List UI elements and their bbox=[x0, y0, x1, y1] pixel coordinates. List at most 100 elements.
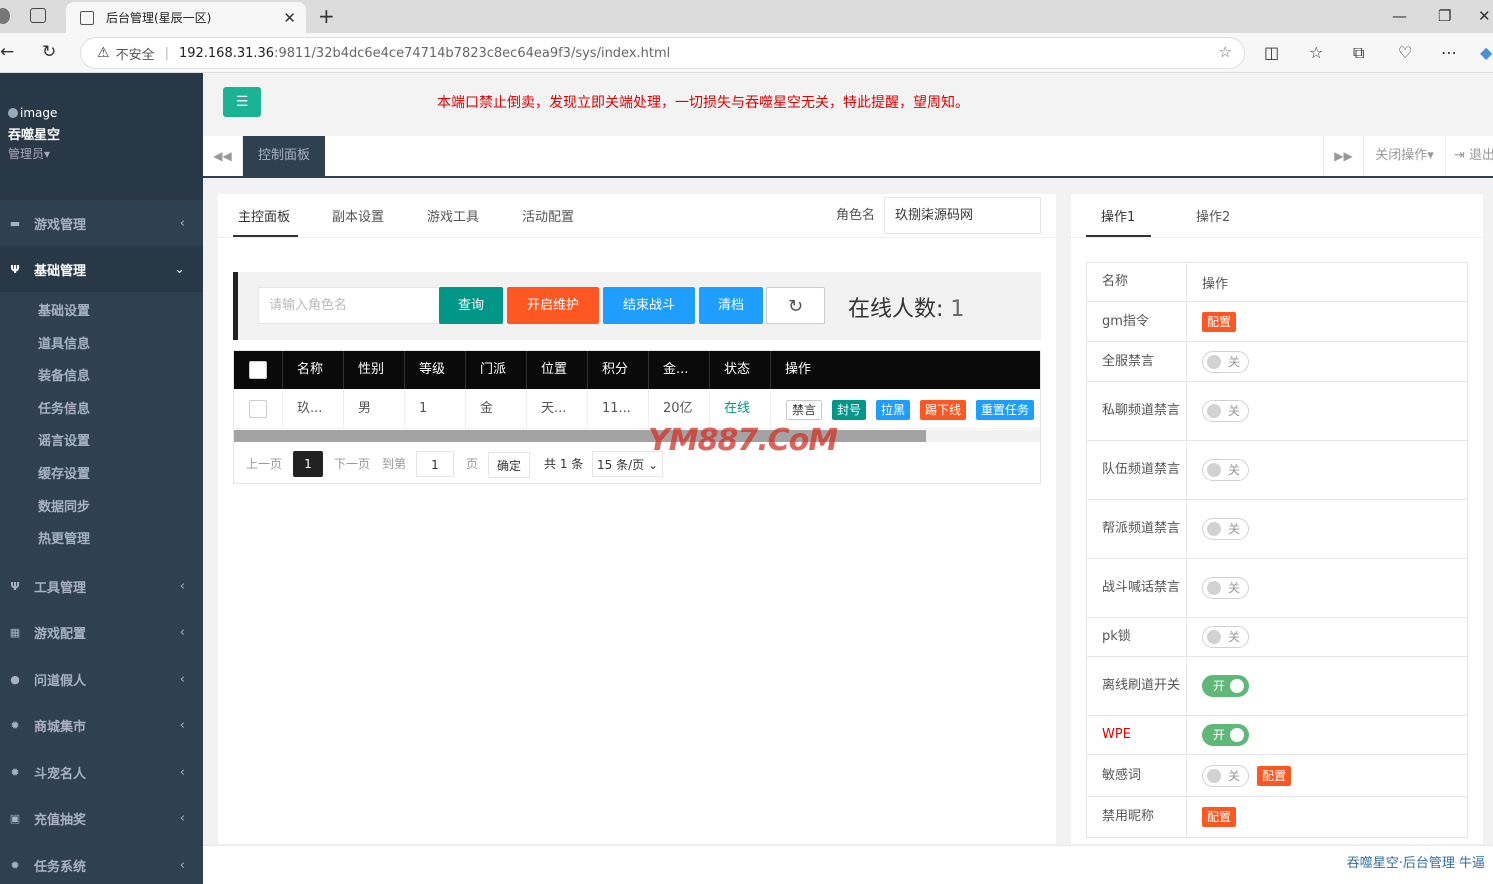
row-controls: 关 配置 bbox=[1187, 755, 1467, 796]
tab-dashboard[interactable]: 控制面板 bbox=[243, 136, 325, 176]
exit-button[interactable]: ⇥ 退出 bbox=[1445, 136, 1493, 176]
url-host: 192.168.31.36 bbox=[178, 45, 275, 61]
column-header[interactable]: 积分 bbox=[588, 351, 649, 389]
submenu-item[interactable]: 缓存设置 bbox=[38, 463, 90, 482]
blacklist-button[interactable]: 拉黑 bbox=[876, 400, 911, 420]
extensions-icon[interactable]: ♡ bbox=[1398, 43, 1412, 62]
copilot-icon[interactable]: ◆ bbox=[1480, 43, 1492, 62]
watermark: YM887.CoM bbox=[648, 423, 838, 458]
reset-task-button[interactable]: 重置任务 bbox=[976, 400, 1035, 420]
table-row: gm指令 配置 bbox=[1087, 302, 1467, 342]
user-icon: ● bbox=[10, 672, 20, 686]
collections-icon[interactable]: ⧉ bbox=[1353, 43, 1364, 63]
toggle-switch[interactable]: 关 bbox=[1202, 459, 1249, 481]
tab-operations-1[interactable]: 操作1 bbox=[1101, 206, 1135, 225]
toggle-switch[interactable]: 关 bbox=[1202, 400, 1249, 422]
config-button[interactable]: 配置 bbox=[1202, 311, 1237, 332]
toggle-switch[interactable]: 开 bbox=[1202, 675, 1249, 697]
toggle-switch[interactable]: 关 bbox=[1202, 518, 1249, 540]
confirm-page-button[interactable]: 确定 bbox=[488, 452, 531, 478]
refresh-button[interactable]: ↻ bbox=[766, 287, 825, 324]
submenu-item[interactable]: 装备信息 bbox=[38, 365, 90, 384]
menu-toggle-button[interactable]: ☰ bbox=[223, 87, 261, 117]
new-tab-icon[interactable]: + bbox=[318, 4, 335, 28]
select-all-checkbox[interactable] bbox=[249, 361, 267, 379]
sidebar-item-market[interactable]: ✹ 商城集市 ‹ bbox=[0, 702, 203, 748]
toggle-switch[interactable]: 关 bbox=[1202, 764, 1249, 787]
tabs-scroll-left-icon[interactable]: ◀◀ bbox=[203, 136, 243, 176]
column-header[interactable]: 状态 bbox=[710, 351, 771, 389]
submenu-item[interactable]: 谣言设置 bbox=[38, 430, 90, 449]
sidebar-item-tool-management[interactable]: Ψ 工具管理 ‹ bbox=[0, 563, 203, 609]
config-button[interactable]: 配置 bbox=[1257, 765, 1292, 786]
horizontal-scrollbar[interactable] bbox=[234, 430, 1040, 442]
sidebar-item-recharge-lottery[interactable]: ▣ 充值抽奖 ‹ bbox=[0, 795, 203, 841]
sidebar-item-task-system[interactable]: ✹ 任务系统 ‹ bbox=[0, 842, 203, 884]
profile-icon[interactable] bbox=[0, 8, 10, 24]
favorites-icon[interactable]: ☆ bbox=[1309, 43, 1323, 62]
config-button[interactable]: 配置 bbox=[1202, 807, 1237, 827]
sidebar-item-basic-management[interactable]: Ψ 基础管理 ⌄ bbox=[0, 246, 203, 292]
close-tab-icon[interactable]: ✕ bbox=[283, 9, 296, 27]
toggle-switch[interactable]: 关 bbox=[1202, 350, 1249, 373]
submenu-item[interactable]: 数据同步 bbox=[38, 496, 90, 515]
query-button[interactable]: 查询 bbox=[439, 287, 503, 324]
submenu-item[interactable]: 热更管理 bbox=[38, 528, 90, 547]
submenu-item[interactable]: 基础设置 bbox=[38, 300, 90, 319]
switch-knob bbox=[1207, 768, 1221, 783]
sidebar-item-label: 商城集市 bbox=[34, 719, 87, 735]
next-page-link[interactable]: 下一页 bbox=[334, 451, 370, 477]
column-header[interactable]: 性别 bbox=[344, 351, 405, 389]
submenu-item[interactable]: 任务信息 bbox=[38, 398, 90, 417]
online-label: 在线人数: bbox=[848, 297, 944, 322]
tab-actions-icon[interactable] bbox=[30, 8, 46, 23]
browser-tab[interactable]: 后台管理(星辰一区) ✕ bbox=[66, 2, 306, 33]
sidebar-item-label: 游戏配置 bbox=[34, 626, 87, 642]
role-name-field[interactable]: 玖捌柒源码网 bbox=[884, 197, 1041, 234]
column-header[interactable]: 操作 bbox=[771, 351, 1040, 389]
back-icon[interactable]: ← bbox=[0, 42, 14, 62]
start-maintenance-button[interactable]: 开启维护 bbox=[507, 287, 599, 324]
favorite-star-icon[interactable]: ☆ bbox=[1219, 43, 1232, 61]
chevron-left-icon: ‹ bbox=[179, 671, 185, 687]
close-window-icon[interactable]: ✕ bbox=[1478, 7, 1491, 25]
submenu-item[interactable]: 道具信息 bbox=[38, 333, 90, 352]
sidebar-item-game-management[interactable]: ▬ 游戏管理 ‹ bbox=[0, 200, 203, 246]
url-field[interactable]: ⚠ 不安全 | 192.168.31.36 :9811/32b4dc6e4ce7… bbox=[80, 37, 1245, 69]
reload-icon[interactable]: ↻ bbox=[42, 42, 56, 62]
end-battle-button[interactable]: 结束战斗 bbox=[603, 287, 695, 324]
tab-game-tools[interactable]: 游戏工具 bbox=[427, 206, 479, 225]
sidebar-item-fake-players[interactable]: ● 问道假人 ‹ bbox=[0, 656, 203, 702]
row-checkbox[interactable] bbox=[249, 400, 267, 418]
tab-activity-config[interactable]: 活动配置 bbox=[522, 206, 574, 225]
current-page[interactable]: 1 bbox=[293, 451, 323, 477]
column-header[interactable]: 金... bbox=[649, 351, 710, 389]
tab-main-control[interactable]: 主控面板 bbox=[238, 206, 290, 225]
column-header[interactable]: 等级 bbox=[405, 351, 466, 389]
close-operations-dropdown[interactable]: 关闭操作▾ bbox=[1363, 136, 1445, 176]
toggle-switch[interactable]: 关 bbox=[1202, 626, 1249, 648]
ban-button[interactable]: 封号 bbox=[832, 400, 867, 420]
column-header[interactable]: 门派 bbox=[466, 351, 527, 389]
prev-page-link[interactable]: 上一页 bbox=[246, 451, 282, 477]
goto-page-input[interactable]: 1 bbox=[416, 451, 454, 477]
split-screen-icon[interactable]: ◫ bbox=[1264, 43, 1279, 62]
user-role-dropdown[interactable]: 管理员▾ bbox=[8, 145, 203, 162]
toggle-switch[interactable]: 开 bbox=[1202, 724, 1249, 746]
minimize-icon[interactable]: — bbox=[1392, 7, 1407, 25]
tab-dungeon-settings[interactable]: 副本设置 bbox=[332, 206, 384, 225]
maximize-icon[interactable]: ❐ bbox=[1438, 7, 1451, 25]
column-header[interactable]: 位置 bbox=[527, 351, 588, 389]
mute-button[interactable]: 禁言 bbox=[786, 400, 823, 420]
more-menu-icon[interactable]: ⋯ bbox=[1441, 43, 1457, 62]
sidebar-item-game-config[interactable]: ▦ 游戏配置 ‹ bbox=[0, 609, 203, 655]
kick-button[interactable]: 踢下线 bbox=[920, 400, 967, 420]
clear-data-button[interactable]: 清档 bbox=[699, 287, 763, 324]
sidebar-item-pet-celebrity[interactable]: ✹ 斗宠名人 ‹ bbox=[0, 749, 203, 795]
tabs-scroll-right-icon[interactable]: ▶▶ bbox=[1323, 136, 1363, 176]
role-search-input[interactable]: 请输入角色名 bbox=[258, 287, 440, 324]
column-header[interactable]: 名称 bbox=[283, 351, 344, 389]
tab-operations-2[interactable]: 操作2 bbox=[1196, 206, 1230, 225]
chevron-left-icon: ‹ bbox=[179, 717, 185, 733]
toggle-switch[interactable]: 关 bbox=[1202, 577, 1249, 599]
